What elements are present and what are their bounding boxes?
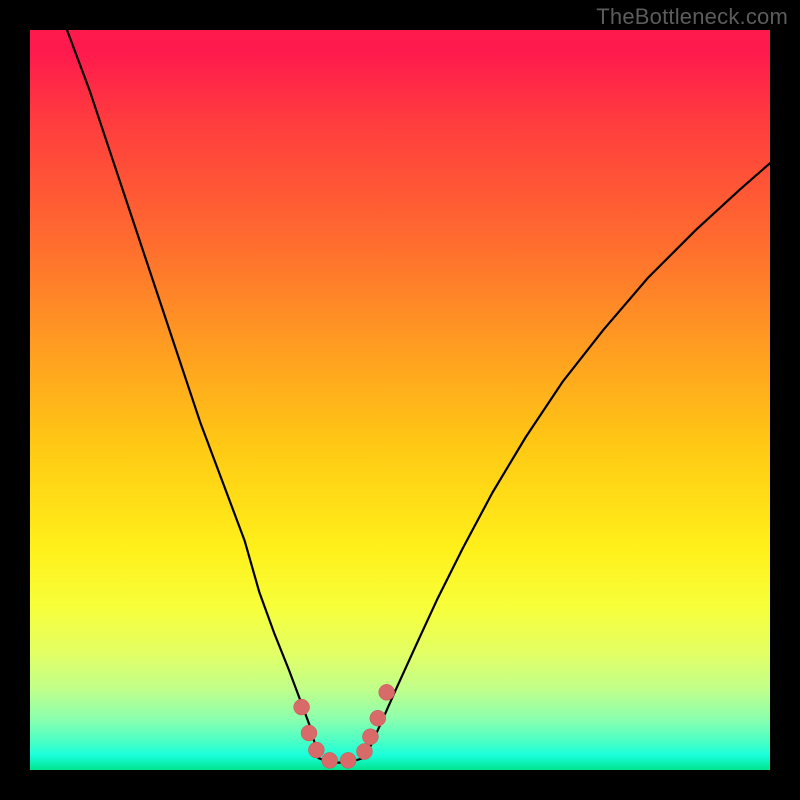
- curve-left-branch: [67, 30, 319, 758]
- curve-marker-dot: [301, 725, 317, 741]
- curve-marker-dot: [356, 744, 372, 760]
- curve-marker-dot: [322, 752, 338, 768]
- watermark-text: TheBottleneck.com: [596, 4, 788, 30]
- curve-right-branch: [363, 163, 770, 758]
- chart-plot-area: [30, 30, 770, 770]
- chart-svg: [30, 30, 770, 770]
- chart-frame: TheBottleneck.com: [0, 0, 800, 800]
- curve-marker-dot: [294, 699, 310, 715]
- curve-marker-dot: [370, 710, 386, 726]
- curve-marker-dot: [340, 752, 356, 768]
- curve-marker-dot: [362, 729, 378, 745]
- curve-marker-dot: [308, 742, 324, 758]
- curve-marker-dot: [379, 684, 395, 700]
